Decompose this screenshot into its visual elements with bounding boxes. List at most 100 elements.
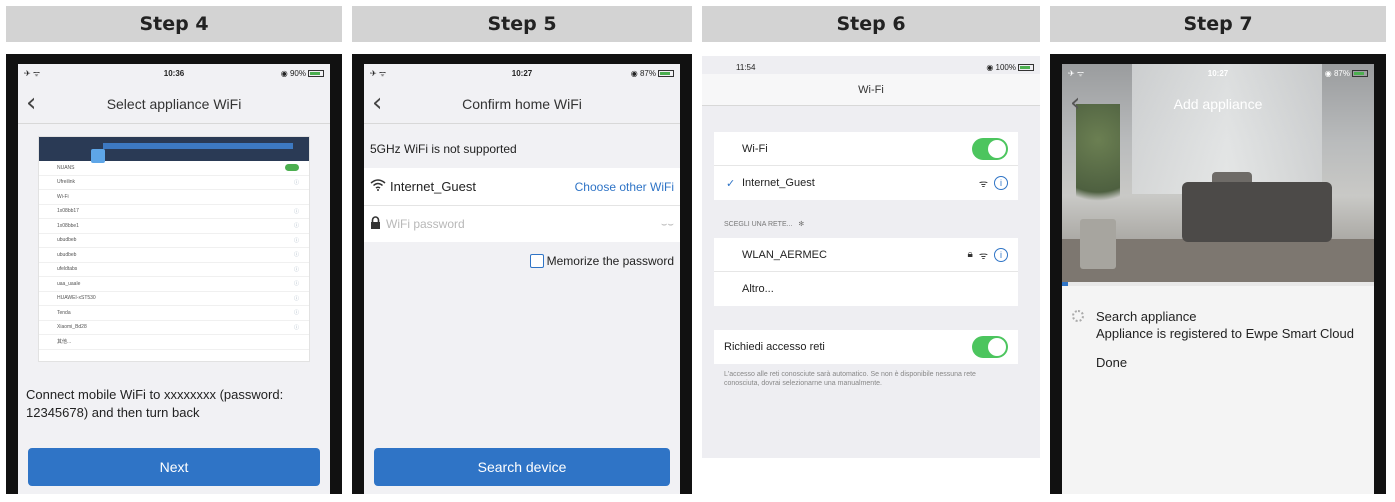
page-title: Confirm home WiFi bbox=[462, 95, 582, 112]
status-bar: ✈ ᯤ 10:27 ◉ 87% bbox=[364, 64, 680, 82]
list-item: ufeldtabs ⓘ bbox=[39, 263, 309, 277]
info-icon: ⓘ bbox=[293, 179, 299, 186]
status-right: ◉ 87% bbox=[573, 69, 674, 78]
list-item: ubudbeb ⓘ bbox=[39, 234, 309, 248]
chevron-left-icon[interactable]: ‹ bbox=[372, 88, 382, 118]
network-row[interactable]: WLAN_AERMEC 🔒︎ ᯤ i bbox=[714, 238, 1018, 272]
footnote-text: L'accesso alle reti conosciute sarà auto… bbox=[724, 371, 976, 387]
info-icon: ⓘ bbox=[293, 208, 299, 215]
ask-join-row: Richiedi accesso reti bbox=[714, 330, 1018, 364]
status-bar: ✈ ᯤ 10:27 ◉ 87% bbox=[1062, 64, 1374, 82]
tap-highlight bbox=[91, 149, 105, 163]
password-row: WiFi password ⌣⌣ bbox=[364, 206, 680, 242]
progress-fill bbox=[1062, 282, 1069, 286]
phone-frame: ✈ ᯤ 10:36 ◉ 90% ‹ Select appliance WiFi … bbox=[6, 54, 342, 494]
progress-steps-list: Search appliance Appliance is registered… bbox=[1096, 308, 1364, 371]
wifi-settings-group: Wi-Fi ✓ Internet_Guest ᯤ i bbox=[714, 132, 1018, 200]
list-item: Ufreilink ⓘ bbox=[39, 176, 309, 190]
list-item: HUAWEI-xST530 ⓘ bbox=[39, 292, 309, 306]
other-network-row[interactable]: Altro... bbox=[714, 272, 1018, 306]
list-item: 1x08bbe1 ⓘ bbox=[39, 219, 309, 234]
list-item: 其他... bbox=[39, 335, 309, 350]
wifi-icon: ᯤ bbox=[978, 250, 988, 262]
loading-spinner-icon bbox=[1072, 310, 1084, 322]
memorize-label: Memorize the password bbox=[546, 254, 674, 268]
chevron-left-icon[interactable]: ‹ bbox=[1070, 88, 1080, 118]
spinner-icon: ✻ bbox=[798, 221, 805, 228]
wifi-toggle-row: Wi-Fi bbox=[714, 132, 1018, 166]
status-time: 10:27 bbox=[511, 68, 533, 78]
status-time: 11:54 bbox=[736, 62, 756, 72]
ask-join-group: Richiedi accesso reti bbox=[714, 330, 1018, 364]
nav-bar: ‹ Select appliance WiFi bbox=[18, 84, 330, 124]
lock-icon: 🔒︎ bbox=[967, 249, 973, 260]
lock-icon bbox=[370, 216, 381, 232]
step-5-panel: Step 5 ✈ ᯤ 10:27 ◉ 87% ‹ Confirm home Wi… bbox=[352, 6, 692, 494]
nav-bar: ‹ Add appliance bbox=[1062, 84, 1374, 124]
status-left: ✈ ᯤ bbox=[370, 68, 387, 78]
selected-network-row: Internet_Guest Choose other WiFi bbox=[364, 168, 680, 206]
nav-bar: ‹ Confirm home WiFi bbox=[364, 84, 680, 124]
toggle-switch bbox=[285, 164, 299, 172]
list-item: 1x08bb17 ⓘ bbox=[39, 205, 309, 219]
status-right: ◉ 100% bbox=[885, 63, 1034, 72]
step-header: Step 5 bbox=[352, 6, 692, 42]
progress-bar bbox=[1062, 282, 1374, 286]
list-item: Tenda ⓘ bbox=[39, 306, 309, 321]
memorize-checkbox[interactable] bbox=[529, 254, 544, 268]
connected-network-row[interactable]: ✓ Internet_Guest ᯤ i bbox=[714, 166, 1018, 200]
status-bar: ✈ ᯤ 10:36 ◉ 90% bbox=[18, 64, 330, 82]
battery-icon bbox=[1352, 69, 1368, 77]
status-left: ✈ ᯤ bbox=[1068, 68, 1085, 78]
info-icon: ⓘ bbox=[293, 310, 299, 317]
phone-frame: 11:54 ◉ 100% Wi-Fi Wi-Fi ✓ Internet_Gues… bbox=[702, 54, 1040, 458]
network-name: Internet_Guest bbox=[390, 179, 476, 194]
phone-screen: ✈ ᯤ 10:27 ◉ 87% ‹ Add appliance Search a… bbox=[1062, 64, 1374, 494]
choose-other-wifi-link[interactable]: Choose other WiFi bbox=[575, 180, 674, 194]
phone-screen: ✈ ᯤ 10:27 ◉ 87% ‹ Confirm home WiFi 5GHz… bbox=[364, 64, 680, 494]
status-right: ◉ 87% bbox=[1268, 69, 1368, 78]
search-device-button[interactable]: Search device bbox=[374, 448, 670, 486]
wifi-password-input[interactable]: WiFi password bbox=[386, 217, 661, 231]
battery-icon bbox=[1018, 63, 1034, 71]
phone-screen: 11:54 ◉ 100% Wi-Fi Wi-Fi ✓ Internet_Gues… bbox=[702, 56, 1040, 458]
wifi-icon bbox=[370, 179, 386, 194]
section-label: SCEGLI UNA RETE... ✻ bbox=[724, 221, 805, 228]
checkmark-icon: ✓ bbox=[726, 177, 736, 190]
nav-bar: Wi-Fi bbox=[702, 74, 1040, 106]
step-7-panel: Step 7 ✈ ᯤ 10:27 ◉ 87% ‹ Add appliance S… bbox=[1050, 6, 1386, 494]
page-title: Add appliance bbox=[1173, 96, 1263, 112]
step-header: Step 7 bbox=[1050, 6, 1386, 42]
info-icon: ⓘ bbox=[293, 223, 299, 230]
battery-icon bbox=[308, 69, 324, 77]
list-item: Xiaomi_Bd28 ⓘ bbox=[39, 321, 309, 335]
instruction-text: Connect mobile WiFi to xxxxxxxx (passwor… bbox=[26, 387, 284, 420]
wifi-notice: 5GHz WiFi is not supported bbox=[370, 142, 517, 156]
status-time: 10:27 bbox=[1207, 68, 1229, 78]
info-icon: ⓘ bbox=[293, 266, 299, 273]
status-right: ◉ 90% bbox=[224, 69, 324, 78]
list-item: Done bbox=[1096, 355, 1128, 370]
info-icon: ⓘ bbox=[293, 324, 299, 331]
chevron-left-icon[interactable]: ‹ bbox=[26, 88, 36, 118]
list-item: Wi-Fi bbox=[39, 190, 309, 205]
networks-group: WLAN_AERMEC 🔒︎ ᯤ i Altro... bbox=[714, 238, 1018, 306]
eye-closed-icon[interactable]: ⌣⌣ bbox=[661, 219, 674, 230]
page-title: Wi-Fi bbox=[858, 83, 884, 96]
step-header: Step 4 bbox=[6, 6, 342, 42]
info-icon: ⓘ bbox=[293, 295, 299, 302]
next-button[interactable]: Next bbox=[28, 448, 320, 486]
info-icon: ⓘ bbox=[293, 237, 299, 244]
list-item: Search appliance bbox=[1096, 309, 1197, 324]
info-icon: ⓘ bbox=[293, 252, 299, 259]
ask-join-toggle[interactable] bbox=[972, 336, 1008, 358]
phone-screen: ✈ ᯤ 10:36 ◉ 90% ‹ Select appliance WiFi … bbox=[18, 64, 330, 494]
phone-frame: ✈ ᯤ 10:27 ◉ 87% ‹ Confirm home WiFi 5GHz… bbox=[352, 54, 692, 494]
list-item: NUANS bbox=[39, 161, 309, 176]
info-icon[interactable]: i bbox=[994, 247, 1008, 262]
info-icon[interactable]: i bbox=[994, 176, 1008, 190]
status-left: ✈ ᯤ bbox=[24, 68, 41, 78]
status-time: 10:36 bbox=[163, 68, 185, 78]
memorize-row: Memorize the password bbox=[364, 248, 680, 274]
wifi-toggle[interactable] bbox=[972, 137, 1008, 160]
